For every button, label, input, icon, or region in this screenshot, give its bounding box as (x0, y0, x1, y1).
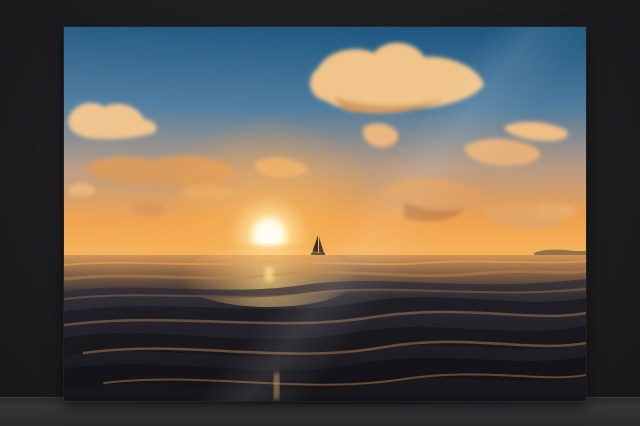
reflection-streak-lower (274, 373, 279, 399)
product-scene (0, 0, 640, 426)
reflection-streak (265, 267, 273, 281)
photo-print (64, 27, 586, 401)
photo-artwork (64, 27, 586, 401)
